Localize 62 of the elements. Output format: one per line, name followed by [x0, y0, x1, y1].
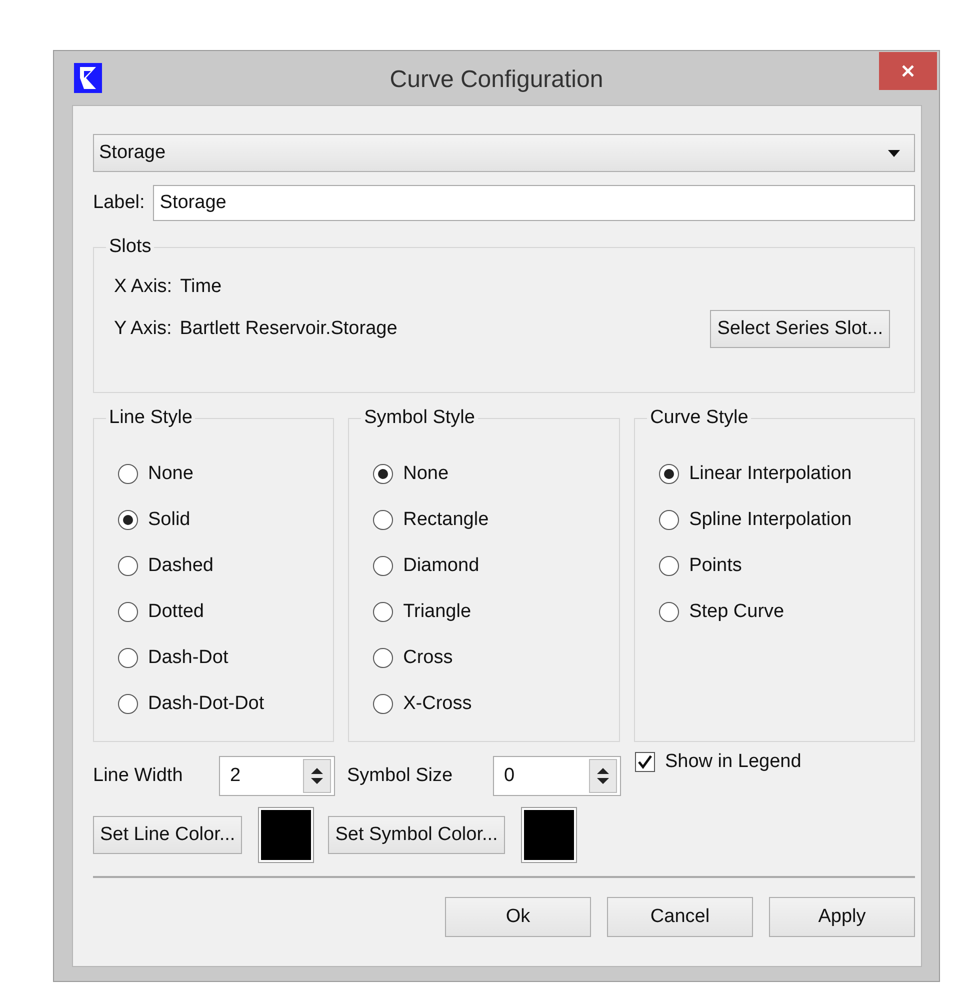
line-width-spinner[interactable]: 2 [219, 756, 335, 796]
spin-arrows-icon [311, 766, 323, 786]
radio-label: Rectangle [403, 509, 489, 531]
radio-button[interactable] [373, 556, 394, 576]
radio-label: Solid [148, 509, 190, 531]
radio-label: Dash-Dot [148, 647, 228, 669]
radio-button[interactable] [659, 464, 680, 484]
close-button[interactable] [879, 52, 937, 90]
group-title: Symbol Style [361, 407, 478, 429]
radio-button[interactable] [659, 510, 680, 530]
axis-label: Y Axis: [114, 318, 172, 340]
radio-button[interactable] [373, 464, 394, 484]
radio-label: Spline Interpolation [689, 509, 852, 531]
radio-label: None [148, 463, 194, 485]
radio-button[interactable] [118, 556, 138, 576]
radio-button[interactable] [118, 510, 138, 530]
radio-label: None [403, 463, 449, 485]
radio-button[interactable] [118, 648, 138, 668]
radio-button[interactable] [659, 556, 680, 576]
window-title: Curve Configuration [388, 66, 604, 94]
legend-label: Show in Legend [665, 751, 802, 773]
line-color-button[interactable]: Set Line Color... [93, 816, 242, 854]
radio-button[interactable] [373, 648, 394, 668]
close-icon [901, 64, 915, 78]
axis-value: Bartlett Reservoir.Storage [180, 318, 398, 340]
symbol-color-button[interactable]: Set Symbol Color... [328, 816, 505, 854]
caret-icon [888, 150, 900, 156]
app-logo-icon [74, 63, 102, 93]
radio-button[interactable] [118, 602, 138, 622]
axis-value: Time [180, 276, 222, 298]
dialog-button[interactable]: Cancel [607, 897, 753, 937]
label-text: Label: [93, 192, 145, 214]
label-field[interactable]: Storage [152, 185, 915, 221]
radio-button[interactable] [659, 602, 680, 622]
radio-label: Triangle [403, 601, 472, 623]
symbol-size-label: Symbol Size [347, 765, 454, 787]
dialog-button[interactable]: Ok [445, 897, 591, 937]
radio-label: Linear Interpolation [689, 463, 852, 485]
legend-checkbox[interactable] [635, 752, 655, 772]
spin-arrows-icon [597, 766, 609, 786]
radio-label: Diamond [403, 555, 480, 577]
radio-label: Step Curve [689, 601, 784, 623]
symbol-size-spinner[interactable]: 0 [493, 756, 621, 796]
radio-button[interactable] [373, 510, 394, 530]
radio-label: Cross [403, 647, 453, 669]
radio-button[interactable] [373, 694, 394, 714]
radio-label: Dash-Dot-Dot [148, 693, 264, 715]
group-title: Line Style [106, 407, 196, 429]
radio-label: Dashed [148, 555, 214, 577]
line-width-label: Line Width [93, 765, 184, 787]
radio-button[interactable] [118, 694, 138, 714]
radio-label: X-Cross [403, 693, 472, 715]
radio-button[interactable] [373, 602, 394, 622]
group-title: Curve Style [647, 407, 752, 429]
radio-label: Dotted [148, 601, 204, 623]
check-icon [638, 755, 652, 769]
dialog-button[interactable]: Apply [769, 897, 915, 937]
curve-dropdown[interactable]: Storage [93, 134, 915, 172]
axis-label: X Axis: [114, 276, 172, 298]
radio-label: Points [689, 555, 742, 577]
radio-button[interactable] [118, 464, 138, 484]
select-slot-button[interactable]: Select Series Slot... [710, 310, 890, 348]
